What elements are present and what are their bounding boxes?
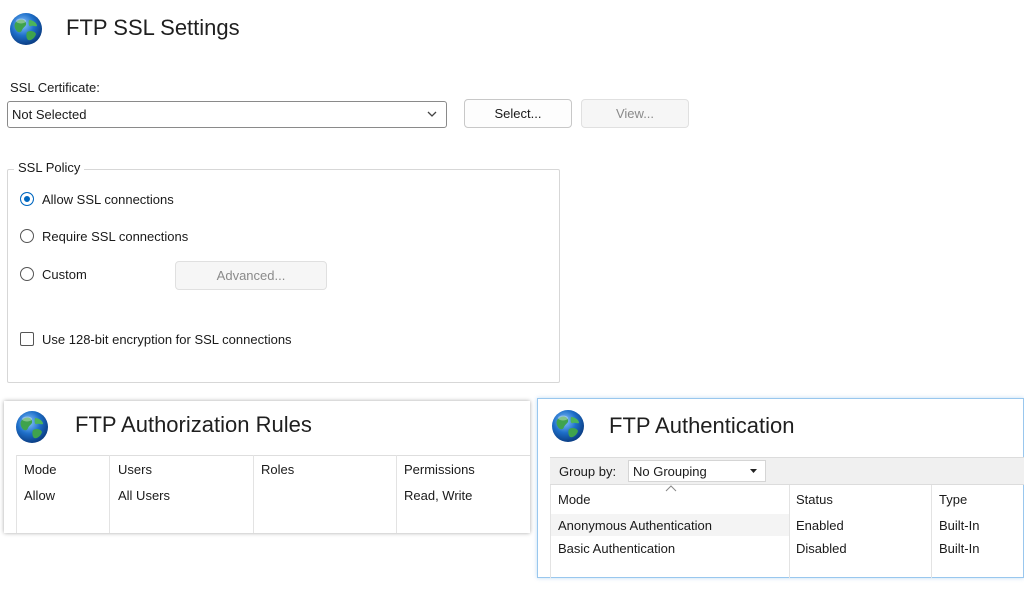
row-status: Disabled [796,541,847,556]
group-by-toolbar: Group by: No Grouping [550,457,1024,485]
encryption-label[interactable]: Use 128-bit encryption for SSL connectio… [42,332,292,347]
authorization-rules-panel: FTP Authorization Rules Mode Users Roles… [4,401,530,533]
custom-ssl-radio[interactable] [20,267,34,281]
custom-ssl-label[interactable]: Custom [42,267,87,282]
row-status: Enabled [796,518,844,533]
ssl-certificate-value: Not Selected [12,107,87,122]
chevron-down-icon [427,111,437,117]
globe-icon [8,11,44,47]
encryption-checkbox[interactable] [20,332,34,346]
sort-up-icon [665,485,677,492]
row-type: Built-In [939,541,980,556]
page-title: FTP SSL Settings [66,15,240,40]
ssl-certificate-label: SSL Certificate: [10,80,100,95]
row-mode: Anonymous Authentication [558,518,712,533]
row-permissions: Read, Write [404,488,473,503]
advanced-button[interactable]: Advanced... [175,261,327,290]
group-by-select[interactable]: No Grouping [628,460,766,482]
authorization-rules-title: FTP Authorization Rules [75,412,312,437]
globe-icon [550,408,586,444]
group-by-value: No Grouping [633,464,707,479]
row-mode: Basic Authentication [558,541,676,556]
dropdown-arrow-icon [750,469,757,473]
row-mode: Allow [24,488,56,503]
require-ssl-radio[interactable] [20,229,34,243]
column-header-mode[interactable]: Mode [558,492,591,507]
authentication-panel: FTP Authentication Group by: No Grouping… [537,398,1024,578]
select-certificate-button[interactable]: Select... [464,99,572,128]
ssl-policy-legend: SSL Policy [14,160,85,175]
require-ssl-label[interactable]: Require SSL connections [42,229,188,244]
globe-icon [14,409,50,445]
authentication-title: FTP Authentication [609,413,795,438]
column-header-permissions[interactable]: Permissions [404,462,475,477]
group-by-label: Group by: [559,464,617,479]
column-header-type[interactable]: Type [939,492,967,507]
column-header-mode[interactable]: Mode [24,462,57,477]
allow-ssl-radio[interactable] [20,192,34,206]
row-users: All Users [118,488,171,503]
column-header-status[interactable]: Status [796,492,833,507]
view-certificate-button[interactable]: View... [581,99,689,128]
allow-ssl-label[interactable]: Allow SSL connections [42,192,174,207]
row-type: Built-In [939,518,980,533]
column-header-roles[interactable]: Roles [261,462,294,477]
ssl-certificate-select[interactable]: Not Selected [7,101,447,128]
column-header-users[interactable]: Users [118,462,152,477]
